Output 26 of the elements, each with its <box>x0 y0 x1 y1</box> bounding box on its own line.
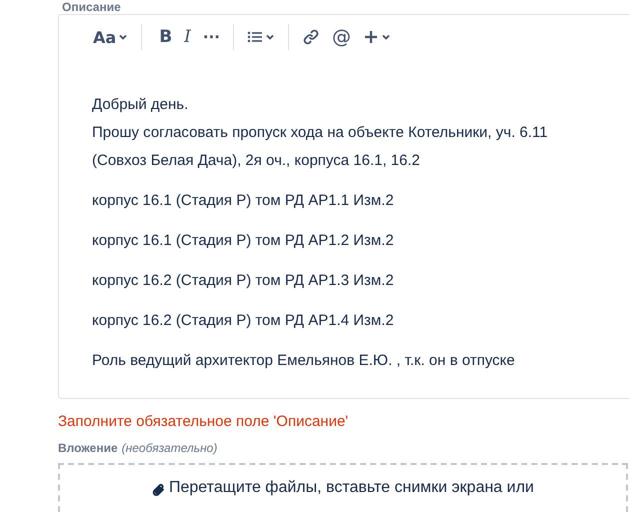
error-message: Заполните обязательное поле 'Описание' <box>58 413 350 432</box>
chevron-icon <box>380 32 391 42</box>
mention-button[interactable]: @ <box>326 21 357 53</box>
drop-text: Перетащите файлы, вставьте снимки экрана или <box>169 479 534 497</box>
text-editor[interactable] <box>58 14 630 399</box>
plus-icon <box>362 29 379 45</box>
italic-button[interactable]: I <box>178 21 197 53</box>
text-line: Роль ведущий архитектор Емельянов Е.Ю. , т.к. он в отпуске <box>92 351 516 371</box>
chevron-icon <box>264 32 275 42</box>
list-icon <box>246 30 263 44</box>
text-line: корпус 16.1 (Стадия Р) том РД АР1.2 Изм.2 <box>92 231 395 251</box>
text-line: корпус 16.1 (Стадия Р) том РД АР1.1 Изм.2 <box>92 191 395 211</box>
chevron-icon <box>118 32 128 42</box>
text-style-button[interactable]: Aa <box>87 21 134 53</box>
attachment-label: Вложение <box>58 441 118 455</box>
text-line: Прошу согласовать пропуск хода на объекте Котельники, уч. 6.11 <box>92 123 549 143</box>
more-button[interactable]: ··· <box>196 21 226 53</box>
link-icon <box>302 28 320 46</box>
text-line: (Совхоз Белая Дача), 2я оч., корпуса 16.1, 16.2 <box>92 151 421 171</box>
text-line: Добрый день. <box>92 95 190 115</box>
text-line: корпус 16.2 (Стадия Р) том РД АР1.4 Изм.2 <box>92 311 395 331</box>
bold-button[interactable]: B <box>153 21 178 53</box>
field-label: Описание <box>62 0 122 14</box>
text-line: корпус 16.2 (Стадия Р) том РД АР1.3 Изм.2 <box>92 271 395 291</box>
drop-zone[interactable]: Перетащите файлы, вставьте снимки экрана или <box>58 463 628 512</box>
optional-hint: (необязательно) <box>122 441 218 455</box>
